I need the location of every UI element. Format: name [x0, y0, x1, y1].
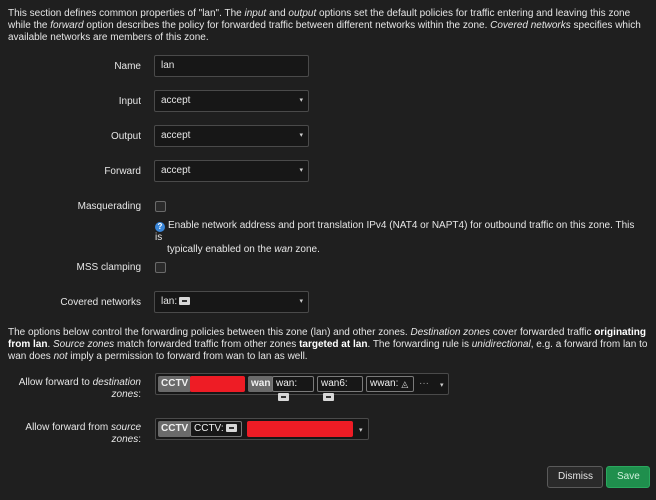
- masquerading-row: Masquerading ? Enable network address and…: [0, 200, 656, 255]
- network-chip-wan6: wan6:: [317, 376, 363, 401]
- redacted-region: [247, 421, 353, 437]
- dest-zones-label: Allow forward to destination zones:: [11, 377, 141, 401]
- output-label: Output: [110, 131, 141, 142]
- src-zones-row: Allow forward from source zones: CCTV CCT…: [0, 418, 656, 448]
- dest-zones-label-term: destination: [92, 377, 141, 388]
- chevron-down-icon: ▾: [299, 298, 303, 305]
- forward-label: Forward: [104, 166, 141, 177]
- help-icon: ?: [155, 222, 165, 232]
- input-policy-select[interactable]: accept ▾: [154, 90, 309, 112]
- description-text: This section defines common properties o…: [8, 8, 245, 19]
- covered-networks-row: Covered networks lan: ▾: [0, 291, 656, 313]
- description-covered-term: Covered networks: [490, 20, 571, 31]
- description-text: and: [266, 8, 289, 19]
- input-row: Input accept ▾: [0, 90, 656, 112]
- covered-networks-select[interactable]: lan: ▾: [154, 291, 309, 313]
- more-zones-ellipsis: ···: [419, 378, 429, 389]
- forward-policy-value: accept: [161, 165, 191, 176]
- src-zones-label-term: zones: [111, 434, 139, 445]
- ethernet-icon: [278, 393, 289, 401]
- output-row: Output accept ▾: [0, 125, 656, 147]
- src-zones-label-text: :: [138, 434, 141, 445]
- dest-zones-label-text: Allow forward to: [18, 377, 93, 388]
- forwarding-dest-term: Destination zones: [410, 327, 490, 338]
- ethernet-icon: [225, 424, 237, 432]
- forward-policy-select[interactable]: accept ▾: [154, 160, 309, 182]
- masquerading-help-text: Enable network address and port translat…: [155, 220, 635, 243]
- dest-zones-select[interactable]: CCTV wan wan: wan6: wwan: ◬ ··· ▾: [155, 373, 449, 401]
- dest-zones-label-text: :: [138, 389, 141, 400]
- ethernet-icon: [323, 393, 334, 401]
- dest-zones-label-term: zones: [111, 389, 139, 400]
- network-chip-wan-label: wan:: [276, 378, 298, 389]
- forwarding-src-term: Source zones: [53, 339, 115, 350]
- network-chip-wan: wan:: [272, 376, 314, 401]
- zone-chip-wan[interactable]: wan: [248, 376, 274, 392]
- chevron-down-icon: ▾: [440, 382, 444, 389]
- description-output-term: output: [288, 8, 317, 19]
- forwarding-text: match forwarded traffic from other zones: [114, 339, 300, 350]
- masquerading-help: ? Enable network address and port transla…: [155, 220, 635, 256]
- output-policy-value: accept: [161, 130, 191, 141]
- forwarding-text: The options below control the forwarding…: [8, 327, 411, 338]
- zone-chip-cctv[interactable]: CCTV: [158, 421, 192, 437]
- input-policy-value: accept: [161, 95, 191, 106]
- network-chip-wwan-label: wwan:: [370, 378, 399, 389]
- forwarding-target-bold: targeted at lan: [299, 339, 368, 350]
- name-row: Name lan: [0, 55, 656, 77]
- chevron-down-icon: ▾: [299, 167, 303, 174]
- redacted-region: [190, 376, 245, 392]
- chevron-down-icon: ▾: [359, 427, 363, 434]
- masquerading-checkbox[interactable]: [155, 201, 166, 212]
- masquerading-help-text: zone.: [292, 244, 320, 255]
- forwarding-unidir-term: unidirectional: [471, 339, 531, 350]
- name-input[interactable]: lan: [154, 55, 309, 77]
- network-chip-wwan: wwan: ◬: [366, 376, 414, 392]
- description-forward-term: forward: [50, 20, 84, 31]
- forwarding-text: . The forwarding rule is: [367, 339, 472, 350]
- description-input-term: input: [244, 8, 267, 19]
- network-chip-cctv-label: CCTV:: [194, 423, 224, 434]
- forwarding-not-term: not: [53, 351, 68, 362]
- ethernet-icon: [179, 297, 191, 305]
- description-text: option describes the policy for forwarde…: [83, 20, 491, 31]
- forward-row: Forward accept ▾: [0, 160, 656, 182]
- zone-chip-cctv[interactable]: CCTV: [158, 376, 192, 392]
- forwarding-text: cover forwarded traffic: [489, 327, 595, 338]
- input-label: Input: [118, 96, 141, 107]
- mss-clamping-checkbox[interactable]: [155, 262, 166, 273]
- masquerading-help-wan: wan: [274, 244, 293, 255]
- name-input-value: lan: [161, 60, 175, 71]
- mss-clamping-row: MSS clamping: [0, 262, 656, 276]
- masquerading-help-text: typically enabled on the: [167, 244, 275, 255]
- network-chip-cctv: CCTV:: [190, 421, 242, 437]
- dest-zones-row: Allow forward to destination zones: CCTV …: [0, 373, 656, 403]
- masquerading-label: Masquerading: [77, 201, 141, 212]
- src-zones-label-text: Allow forward from: [25, 422, 111, 433]
- forwarding-text: imply a permission to forward from wan t…: [67, 351, 308, 362]
- covered-network-lan: lan:: [161, 296, 178, 307]
- src-zones-select[interactable]: CCTV CCTV: ▾: [155, 418, 369, 440]
- mss-clamping-label: MSS clamping: [76, 262, 141, 273]
- wifi-icon: ◬: [401, 379, 409, 389]
- name-label: Name: [114, 61, 141, 72]
- network-chip-wan6-label: wan6:: [321, 378, 348, 389]
- src-zones-label-term: source: [110, 422, 141, 433]
- chevron-down-icon: ▾: [299, 132, 303, 139]
- chevron-down-icon: ▾: [299, 97, 303, 104]
- save-button[interactable]: Save: [606, 466, 650, 488]
- src-zones-label: Allow forward from source zones:: [11, 422, 141, 446]
- covered-networks-label: Covered networks: [60, 297, 141, 308]
- dismiss-button[interactable]: Dismiss: [547, 466, 603, 488]
- forwarding-description: The options below control the forwarding…: [8, 327, 648, 363]
- output-policy-select[interactable]: accept ▾: [154, 125, 309, 147]
- section-description: This section defines common properties o…: [8, 8, 648, 44]
